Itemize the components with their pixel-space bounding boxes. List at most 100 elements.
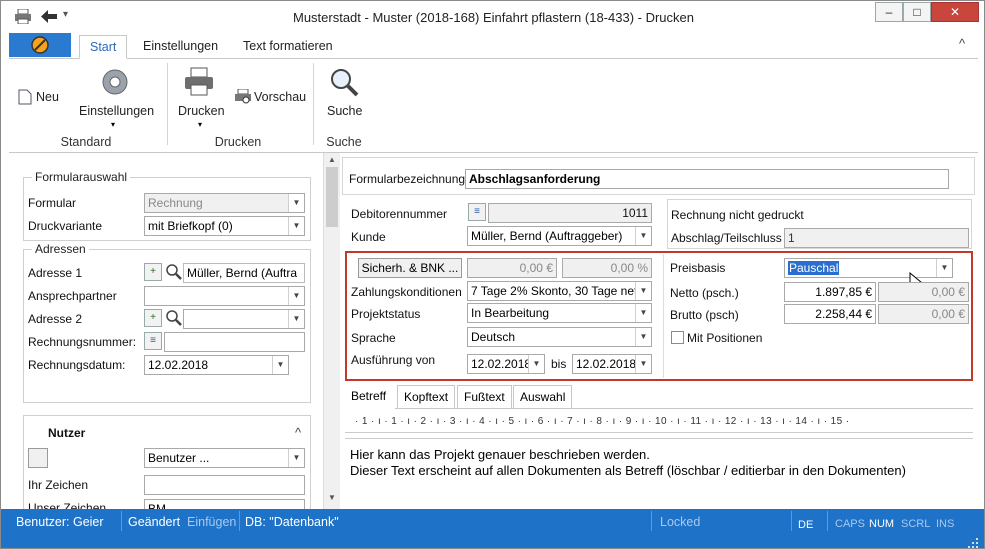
bis-label: bis xyxy=(551,357,567,371)
application-menu-button[interactable] xyxy=(9,33,71,57)
search-icon[interactable] xyxy=(165,309,183,327)
benutzer-select[interactable]: Benutzer ... ▼ xyxy=(144,448,305,468)
sicherheit-percent-field: 0,00 % xyxy=(562,258,652,278)
benutzer-color-button[interactable] xyxy=(28,448,48,468)
status-caps: CAPS xyxy=(835,518,865,530)
ansprechpartner-select[interactable]: ▼ xyxy=(144,286,305,306)
tab-einstellungen[interactable]: Einstellungen xyxy=(133,35,228,59)
tab-auswahl[interactable]: Auswahl xyxy=(513,385,573,409)
abschlag-label: Abschlag/Teilschluss Nr xyxy=(671,231,798,245)
preview-button[interactable]: Vorschau xyxy=(254,90,306,104)
print-dropdown-icon: ▾ xyxy=(198,120,203,129)
nutzer-group-title: Nutzer xyxy=(48,426,86,440)
chevron-down-icon[interactable]: ▼ xyxy=(288,449,304,467)
brutto-field[interactable]: 2.258,44 € xyxy=(784,304,876,324)
adresse2-select[interactable]: ▼ xyxy=(183,309,305,329)
rechnungsdatum-label: Rechnungsdatum: xyxy=(28,358,126,372)
text-editor[interactable]: Hier kann das Projekt genauer beschriebe… xyxy=(345,438,973,508)
chevron-down-icon[interactable]: ▼ xyxy=(288,287,304,305)
chevron-down-icon[interactable]: ▼ xyxy=(635,304,651,322)
search-icon xyxy=(331,69,359,97)
nutzer-collapse-icon[interactable]: ^ xyxy=(295,425,301,440)
unser-zeichen-field[interactable]: BM xyxy=(144,499,305,509)
adresse1-label: Adresse 1 xyxy=(28,266,83,280)
zahlungskonditionen-value: 7 Tage 2% Skonto, 30 Tage netto xyxy=(471,284,648,298)
print-button[interactable]: Drucken xyxy=(178,104,225,118)
ihr-zeichen-field[interactable] xyxy=(144,475,305,495)
brutto-secondary-field: 0,00 € xyxy=(878,304,969,324)
kunde-label: Kunde xyxy=(351,230,386,244)
adresse1-field[interactable]: Müller, Bernd (Auftra xyxy=(183,263,305,283)
chevron-down-icon[interactable]: ▼ xyxy=(288,217,304,235)
new-document-icon xyxy=(18,89,32,105)
scroll-up-icon[interactable]: ▲ xyxy=(328,155,336,164)
netto-field[interactable]: 1.897,85 € xyxy=(784,282,876,302)
new-button[interactable]: Neu xyxy=(36,90,59,104)
projektstatus-select[interactable]: In Bearbeitung ▼ xyxy=(467,303,652,323)
chevron-down-icon[interactable]: ▼ xyxy=(635,355,651,373)
tab-start[interactable]: Start xyxy=(79,35,128,59)
preisbasis-label: Preisbasis xyxy=(670,261,726,275)
chevron-down-icon[interactable]: ▼ xyxy=(635,227,651,245)
status-scrl: SCRL xyxy=(901,518,931,530)
formular-select[interactable]: Rechnung ▼ xyxy=(144,193,305,213)
kunde-select[interactable]: Müller, Bernd (Auftraggeber) ▼ xyxy=(467,226,652,246)
ausfuehrung-von-field[interactable]: 12.02.2018 ▼ xyxy=(467,354,545,374)
rechnungsdatum-field[interactable]: 12.02.2018 ▼ xyxy=(144,355,289,375)
tab-fusstext[interactable]: Fußtext xyxy=(457,385,512,409)
left-panel-scrollbar[interactable]: ▲ ▼ xyxy=(323,153,340,509)
zahlungskonditionen-label: Zahlungskonditionen xyxy=(351,285,462,299)
number-picker-icon[interactable]: ≡ xyxy=(144,332,162,350)
application-window: ▾ Musterstadt - Muster (2018-168) Einfah… xyxy=(0,0,985,549)
status-geaendert: Geändert xyxy=(128,515,181,529)
zahlungskonditionen-select[interactable]: 7 Tage 2% Skonto, 30 Tage netto ▼ xyxy=(467,281,652,301)
text-ruler[interactable]: · 1 · ı · 1 · ı · 2 · ı · 3 · ı · 4 · ı … xyxy=(345,411,973,433)
adresse1-value: Müller, Bernd (Auftra xyxy=(187,266,298,280)
status-ins: INS xyxy=(936,518,955,530)
status-einfuegen: Einfügen xyxy=(187,515,237,529)
adressen-group-legend: Adressen xyxy=(32,242,89,256)
add-address-icon[interactable]: + xyxy=(144,309,162,327)
unser-zeichen-label: Unser Zeichen xyxy=(28,501,107,509)
tab-betreff[interactable]: Betreff xyxy=(345,385,395,409)
sicherheit-amount-field: 0,00 € xyxy=(467,258,557,278)
benutzer-value: Benutzer ... xyxy=(148,451,210,465)
chevron-down-icon[interactable]: ▼ xyxy=(635,328,651,346)
ausfuehrung-bis-field[interactable]: 12.02.2018 ▼ xyxy=(572,354,652,374)
tab-text-formatieren[interactable]: Text formatieren xyxy=(233,35,343,59)
preisbasis-select[interactable]: Pauschal ▼ xyxy=(784,258,953,278)
close-button[interactable]: ✕ xyxy=(931,2,979,22)
chevron-down-icon[interactable]: ▼ xyxy=(635,282,651,300)
status-locked: Locked xyxy=(660,515,701,529)
debitor-picker-icon[interactable]: ≡ xyxy=(468,203,486,221)
settings-dropdown-icon: ▾ xyxy=(111,120,116,129)
rechnungsnummer-field[interactable] xyxy=(164,332,305,352)
chevron-down-icon[interactable]: ▼ xyxy=(528,355,544,373)
formularbezeichnung-field[interactable]: Abschlagsanforderung xyxy=(465,169,949,189)
chevron-down-icon[interactable]: ▼ xyxy=(288,310,304,328)
scrollbar-thumb[interactable] xyxy=(326,167,338,227)
chevron-down-icon[interactable]: ▼ xyxy=(288,194,304,212)
chevron-down-icon[interactable]: ▼ xyxy=(272,356,288,374)
settings-button[interactable]: Einstellungen xyxy=(79,104,154,118)
sicherheit-bnk-button[interactable]: Sicherh. & BNK ... xyxy=(358,258,462,278)
title-bar: ▾ Musterstadt - Muster (2018-168) Einfah… xyxy=(1,1,984,33)
search-icon[interactable] xyxy=(165,263,183,281)
scroll-down-icon[interactable]: ▼ xyxy=(328,493,336,502)
formular-value: Rechnung xyxy=(148,196,203,210)
sprache-select[interactable]: Deutsch ▼ xyxy=(467,327,652,347)
add-address-icon[interactable]: + xyxy=(144,263,162,281)
search-button[interactable]: Suche xyxy=(327,104,362,118)
rechnung-status-text: Rechnung nicht gedruckt xyxy=(671,208,804,222)
mit-positionen-checkbox[interactable] xyxy=(671,331,684,344)
tab-kopftext[interactable]: Kopftext xyxy=(397,385,456,409)
chevron-down-icon[interactable]: ▼ xyxy=(936,259,952,277)
maximize-button[interactable]: □ xyxy=(903,2,931,22)
ribbon-collapse-icon[interactable]: ^ xyxy=(959,36,965,51)
projektstatus-label: Projektstatus xyxy=(351,307,421,321)
editor-line-2: Dieser Text erscheint auf allen Dokument… xyxy=(350,463,906,478)
resize-grip-icon[interactable] xyxy=(967,537,979,549)
minimize-button[interactable]: – xyxy=(875,2,903,22)
ribbon-separator xyxy=(313,63,314,145)
druckvariante-select[interactable]: mit Briefkopf (0) ▼ xyxy=(144,216,305,236)
